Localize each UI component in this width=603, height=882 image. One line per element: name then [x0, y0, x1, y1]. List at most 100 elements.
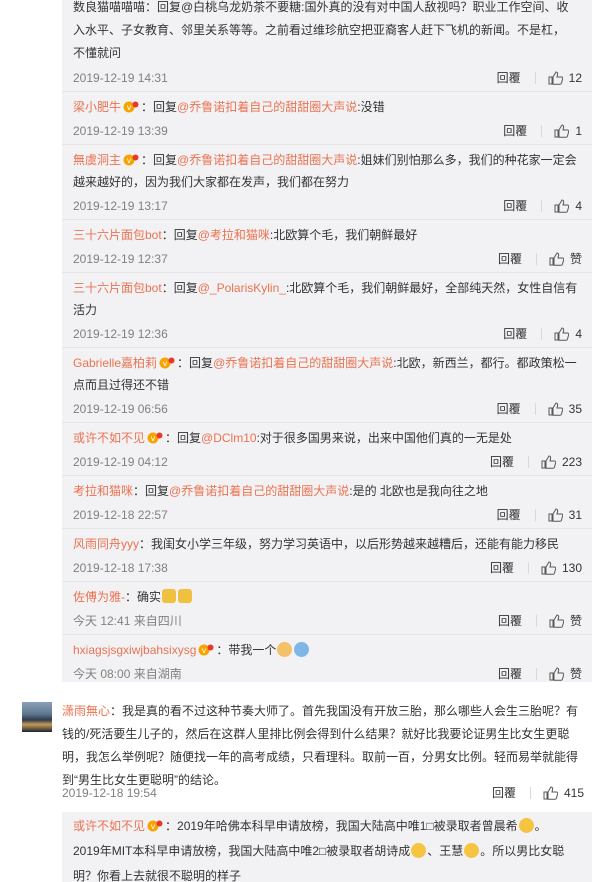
like-button[interactable]: 1: [554, 118, 582, 144]
timestamp: 2019-12-19 13:17: [73, 199, 168, 213]
reply-button[interactable]: 回覆: [498, 246, 522, 272]
reply-prefix: 回复: [153, 100, 178, 114]
vip-badge-icon: v: [198, 644, 214, 656]
divider: [534, 509, 536, 521]
comment-item: 潇雨無心：我是真的看不过这种节奏大师了。首先我国没有开放三胎，那么哪些人会生三胎…: [0, 692, 603, 882]
reply-button[interactable]: 回覆: [503, 193, 527, 219]
reply-text: 。所以男比女聪: [480, 844, 565, 858]
timestamp: 2019-12-19 12:37: [73, 252, 168, 266]
timestamp: 今天 12:41 来自四川: [73, 614, 182, 628]
comment-author[interactable]: 潇雨無心: [62, 704, 110, 718]
vip-badge-icon: v: [123, 154, 139, 166]
divider: [529, 787, 531, 799]
reply-author[interactable]: 三十六片面包bot: [73, 228, 162, 242]
reply-author[interactable]: 或许不如不见: [73, 819, 145, 833]
mention-link[interactable]: @DClm10: [201, 431, 257, 445]
reply-meta: 2019-12-19 14:31 回覆 12: [73, 65, 582, 91]
mention-link[interactable]: @考拉和猫咪: [198, 228, 270, 242]
reply-button[interactable]: 回覆: [497, 502, 521, 528]
like-count: 35: [568, 402, 582, 416]
reply-author[interactable]: 佐傅为雅-: [73, 590, 125, 604]
like-count: 赞: [569, 252, 582, 266]
reply-meta: 2019-12-18 17:38 回覆 130: [73, 555, 582, 581]
reply-prefix: 回复: [189, 356, 214, 370]
reply-author[interactable]: 無虞洞主: [73, 153, 121, 167]
emoji-icon: [178, 589, 193, 603]
reply-author[interactable]: 风雨同舟yyy: [73, 537, 139, 551]
reply-author[interactable]: 或许不如不见: [73, 431, 145, 445]
like-button[interactable]: 12: [548, 65, 582, 91]
timestamp: 2019-12-18 19:54: [62, 786, 157, 800]
thumbs-up-icon: [549, 667, 564, 681]
reply-prefix: 回复: [173, 228, 198, 242]
emoji-icon: [518, 818, 534, 833]
like-button[interactable]: 4: [554, 321, 582, 347]
reply-text: 入水平、子女教育、邻里关系等等。之前看过维珍航空把亚裔客人赶下飞机的新闻。不是杠…: [73, 23, 566, 37]
comment-text: 我是真的看不过这种节奏大师了。首先我国没有开放三胎，那么哪些人会生三胎呢？有: [122, 704, 579, 718]
timestamp: 2019-12-19 12:36: [73, 327, 168, 341]
like-button[interactable]: 4: [554, 193, 582, 219]
mention-link[interactable]: @乔鲁诺扣着自己的甜甜圈大声说: [177, 100, 357, 114]
sub-reply: 或许不如不见 v ：2019年哈佛本科早申请放榜，我国大陆高中唯1□被录取者曾晨希。…: [62, 812, 592, 882]
reply-list: 梁小肥牛 v ：回复@乔鲁诺扣着自己的甜甜圈大声说:没错 2019-12-19 13:…: [62, 92, 592, 682]
like-button[interactable]: 415: [543, 780, 584, 806]
reply-author[interactable]: Gabrielle嘉柏莉: [73, 356, 157, 370]
like-button[interactable]: 35: [548, 396, 582, 422]
reply-item: 考拉和猫咪：回复@乔鲁诺扣着自己的甜甜圈大声说:是的 北欧也是我向往之地 2019…: [62, 476, 592, 529]
reply-author[interactable]: 三十六片面包bot: [73, 281, 162, 295]
svg-text:v: v: [127, 103, 132, 112]
comment-text: 钱的/死活要生儿子的，然后在这群人里排比例会得到什么结果？就好比我要论证男生比女…: [62, 727, 570, 741]
mention-link[interactable]: @乔鲁诺扣着自己的甜甜圈大声说: [177, 153, 357, 167]
thumbs-up-icon: [541, 455, 556, 469]
reply-button[interactable]: 回覆: [503, 321, 527, 347]
like-count: 12: [568, 71, 582, 85]
like-button[interactable]: 223: [541, 449, 582, 475]
thumbs-up-icon: [548, 402, 563, 416]
svg-text:v: v: [127, 156, 132, 165]
vip-badge-icon: v: [123, 101, 139, 113]
reply-item: hxiagsjsgxiwjbahsixysg v ：带我一个 今天 08:00 来自湖…: [62, 635, 592, 682]
like-button[interactable]: 赞: [549, 608, 582, 634]
like-count: 31: [568, 508, 582, 522]
like-button[interactable]: 130: [541, 555, 582, 581]
like-button[interactable]: 赞: [549, 246, 582, 272]
like-count: 1: [575, 124, 582, 138]
reply-item: Gabrielle嘉柏莉 v ：回复@乔鲁诺扣着自己的甜甜圈大声说:北欧，新西兰，都…: [62, 348, 592, 423]
reply-author[interactable]: 梁小肥牛: [73, 100, 121, 114]
reply-item: 佐傅为雅-：确实 今天 12:41 来自四川 回覆赞: [62, 582, 592, 635]
avatar[interactable]: [22, 702, 52, 732]
reply-author[interactable]: 考拉和猫咪: [73, 484, 133, 498]
svg-text:v: v: [202, 646, 207, 655]
thumbs-up-icon: [554, 199, 570, 213]
reply-button[interactable]: 回覆: [498, 608, 522, 634]
thumbs-up-icon: [543, 786, 558, 800]
emoji-icon: [162, 589, 177, 603]
reply-meta: 2019-12-19 12:37 回覆 赞: [73, 246, 582, 272]
reply-text: 2019年哈佛本科早申请放榜，我国大陆高中唯1□被录取者曾晨希: [177, 819, 518, 833]
mention-link[interactable]: @乔鲁诺扣着自己的甜甜圈大声说: [169, 484, 349, 498]
reply-author[interactable]: hxiagsjsgxiwjbahsixysg: [73, 643, 196, 657]
mention-link[interactable]: @乔鲁诺扣着自己的甜甜圈大声说: [213, 356, 393, 370]
reply-button[interactable]: 回覆: [503, 118, 527, 144]
reply-text: :对于很多国男来说，出来中国他们真的一无是处: [256, 431, 512, 445]
like-button[interactable]: 31: [548, 502, 582, 528]
vip-badge-icon: v: [147, 432, 163, 444]
divider: [535, 253, 537, 265]
reply-button[interactable]: 回覆: [497, 396, 521, 422]
svg-text:v: v: [151, 822, 156, 831]
reply-item: 或许不如不见 v ：回复@DClm10:对于很多国男来说，出来中国他们真的一无是处 2…: [62, 423, 592, 476]
reply-button[interactable]: 回覆: [498, 661, 522, 682]
reply-meta: 2019-12-19 13:17 回覆 4: [73, 193, 582, 219]
like-button[interactable]: 赞: [549, 661, 582, 682]
reply-button[interactable]: 回覆: [492, 780, 516, 806]
divider: [527, 456, 529, 468]
reply-button[interactable]: 回覆: [490, 449, 514, 475]
mention-link[interactable]: @_PolarisKylin_: [198, 281, 286, 295]
reply-button[interactable]: 回覆: [490, 555, 514, 581]
like-count: 4: [575, 199, 582, 213]
replies-panel: 数良猫喵喵喵：回复@白桃乌龙奶茶不要糖:国外真的没有对中国人敌视吗？职业工作空间…: [62, 0, 592, 682]
reply-button[interactable]: 回覆: [497, 65, 521, 91]
timestamp: 2019-12-19 06:56: [73, 402, 168, 416]
reply-text: 不懂就问: [73, 46, 122, 60]
reply-item: 梁小肥牛 v ：回复@乔鲁诺扣着自己的甜甜圈大声说:没错 2019-12-19 13:…: [62, 92, 592, 145]
